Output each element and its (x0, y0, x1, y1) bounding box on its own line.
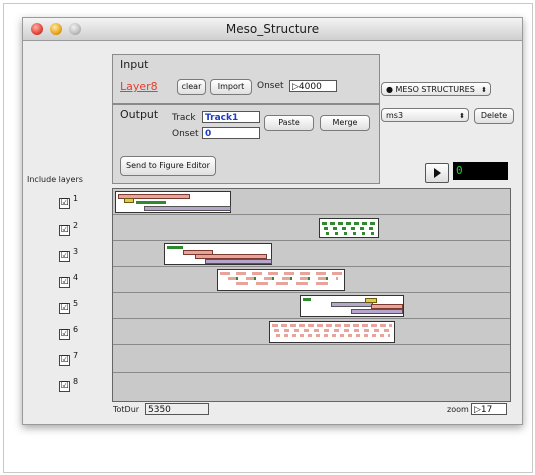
layer-number-2: 2 (73, 221, 79, 230)
layer-checkbox-5[interactable]: ☑ (59, 303, 70, 314)
output-panel: Output Track Track1 Onset 0 Paste Merge … (112, 104, 380, 184)
stepper-arrow-icon: ▷ (292, 82, 299, 92)
clear-button[interactable]: clear (177, 79, 206, 95)
meso-segment[interactable] (115, 191, 231, 213)
layer-number-3: 3 (73, 247, 79, 256)
note-bar (326, 232, 376, 235)
layer-checkbox-3[interactable]: ☑ (59, 251, 70, 262)
track-row[interactable] (113, 241, 510, 267)
track-row[interactable] (113, 373, 510, 401)
stepper-arrow-icon: ▷ (474, 405, 481, 415)
ms-select-value: ms3 (386, 111, 404, 120)
layer-checkbox-7[interactable]: ☑ (59, 355, 70, 366)
meso-structure-window: Meso_Structure Input Layer8 clear Import… (22, 17, 523, 425)
note-bar (228, 277, 338, 280)
track-row[interactable] (113, 215, 510, 241)
chevron-updown-icon: ⬍ (481, 86, 487, 94)
window-title: Meso_Structure (225, 22, 320, 36)
layer-tracks[interactable] (112, 188, 511, 402)
input-onset-value: 4000 (298, 82, 322, 92)
meso-segment[interactable] (300, 295, 404, 317)
track-row[interactable] (113, 293, 510, 319)
note-bar (136, 201, 166, 204)
note-bar (272, 324, 392, 327)
include-layers-label: Include layers (27, 175, 83, 184)
track-row[interactable] (113, 345, 510, 373)
note-bar (167, 246, 183, 249)
track-label: Track (172, 113, 196, 123)
track-row[interactable] (113, 189, 510, 215)
output-onset-field[interactable]: 0 (202, 127, 260, 139)
meso-structures-select[interactable]: ● MESO STRUCTURES ⬍ (381, 82, 491, 96)
layer-checkbox-4[interactable]: ☑ (59, 277, 70, 288)
delete-button[interactable]: Delete (474, 108, 514, 124)
totdur-field[interactable]: 5350 (145, 403, 209, 415)
input-heading: Input (120, 58, 149, 71)
layer-number-4: 4 (73, 273, 79, 282)
time-counter: 0 (453, 162, 508, 180)
zoom-label: zoom (447, 405, 469, 414)
note-bar (276, 334, 390, 337)
track-field[interactable]: Track1 (202, 111, 260, 123)
totdur-label: TotDur (113, 405, 140, 414)
input-onset-label: Onset (257, 81, 284, 91)
play-icon[interactable] (425, 163, 449, 183)
output-heading: Output (120, 108, 159, 121)
input-onset-field[interactable]: ▷4000 (289, 80, 337, 92)
zoom-field[interactable]: ▷17 (471, 403, 507, 415)
import-button[interactable]: Import (210, 79, 252, 95)
note-bar (124, 198, 134, 203)
meso-segment[interactable] (269, 321, 395, 343)
meso-segment[interactable] (319, 218, 379, 238)
input-panel: Input Layer8 clear Import Onset ▷4000 (112, 54, 380, 104)
note-bar (322, 222, 378, 225)
layer-checkbox-1[interactable]: ☑ (59, 198, 70, 209)
note-bar (365, 298, 377, 303)
layer-number-1: 1 (73, 194, 79, 203)
radio-bullet-icon: ● (386, 85, 393, 94)
layer-number-6: 6 (73, 325, 79, 334)
layer-number-7: 7 (73, 351, 79, 360)
layer-name-link[interactable]: Layer8 (120, 80, 158, 93)
layer-checkbox-6[interactable]: ☑ (59, 329, 70, 340)
layer-number-8: 8 (73, 377, 79, 386)
layer-number-5: 5 (73, 299, 79, 308)
note-bar (351, 309, 403, 314)
output-onset-label: Onset (172, 129, 199, 139)
merge-button[interactable]: Merge (320, 115, 370, 131)
chevron-updown-icon: ⬍ (459, 112, 465, 120)
paste-button[interactable]: Paste (264, 115, 314, 131)
layer-checkbox-8[interactable]: ☑ (59, 381, 70, 392)
note-bar (324, 227, 376, 230)
ms-select[interactable]: ms3 ⬍ (381, 108, 469, 122)
zoom-value: 17 (480, 405, 493, 415)
meso-segment[interactable] (217, 269, 345, 291)
title-bar[interactable]: Meso_Structure (23, 18, 522, 41)
track-row[interactable] (113, 267, 510, 293)
meso-segment[interactable] (164, 243, 272, 265)
layer-checkbox-2[interactable]: ☑ (59, 225, 70, 236)
note-bar (205, 259, 272, 264)
note-bar (236, 282, 336, 285)
note-bar (144, 206, 231, 211)
note-bar (274, 329, 392, 332)
track-row[interactable] (113, 319, 510, 345)
note-bar (220, 272, 342, 275)
send-to-figure-editor-button[interactable]: Send to Figure Editor (120, 156, 216, 176)
note-bar (303, 298, 311, 301)
meso-structures-value: MESO STRUCTURES (395, 85, 475, 94)
